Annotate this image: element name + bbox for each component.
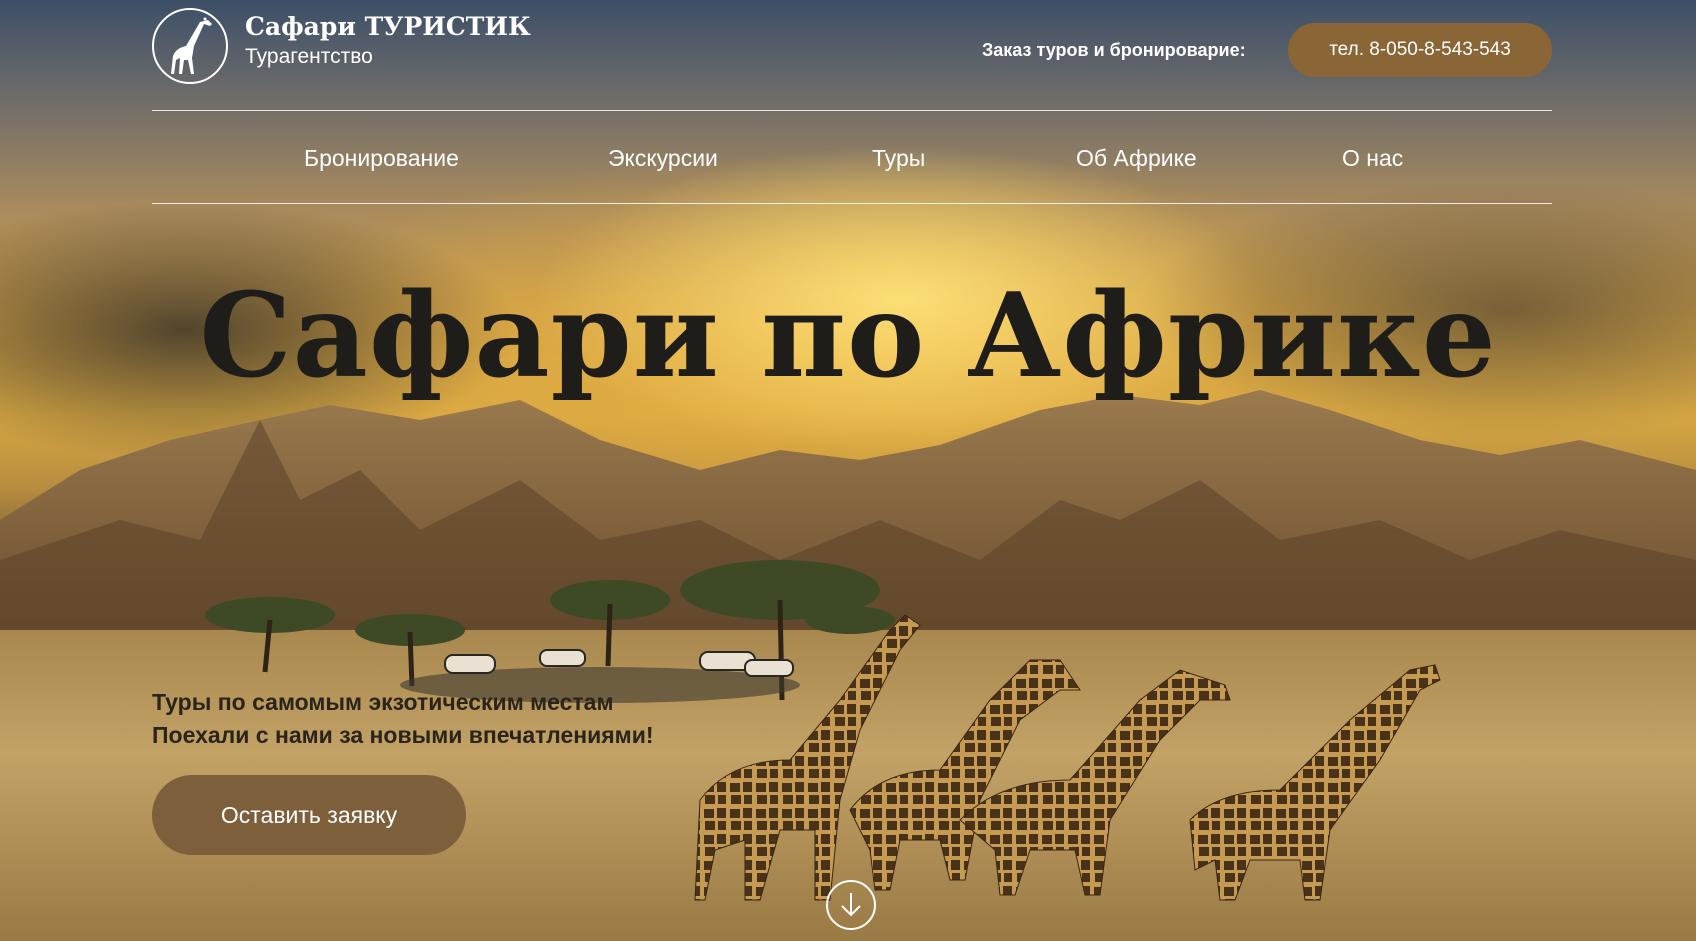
hero-tagline: Туры по самомым экзотическим местам Поех… <box>152 686 654 752</box>
nav-item-booking[interactable]: Бронирование <box>304 145 459 172</box>
phone-button[interactable]: тел. 8-050-8-543-543 <box>1288 23 1552 77</box>
order-label: Заказ туров и бронироварие: <box>982 40 1246 60</box>
logo[interactable] <box>152 8 228 84</box>
brand: Сафари ТУРИСТИК Турагентство <box>245 12 531 69</box>
nav-item-about-us[interactable]: О нас <box>1342 145 1403 172</box>
header-divider-top <box>152 110 1552 111</box>
nav-item-excursions[interactable]: Экскурсии <box>608 145 718 172</box>
brand-subtitle: Турагентство <box>245 45 373 68</box>
hero-title: Сафари по Африке <box>199 268 1497 404</box>
tagline-line-2: Поехали с нами за новыми впечатлениями! <box>152 722 654 748</box>
site-header: Сафари ТУРИСТИК Турагентство Заказ туров… <box>152 0 1552 110</box>
giraffe-icon <box>171 17 212 74</box>
leave-request-button[interactable]: Оставить заявку <box>152 775 466 855</box>
scroll-down-button[interactable] <box>826 880 876 930</box>
nav-item-about-africa[interactable]: Об Африке <box>1076 145 1197 172</box>
brand-title: Сафари ТУРИСТИК <box>245 12 531 41</box>
tagline-line-1: Туры по самомым экзотическим местам <box>152 689 614 715</box>
header-divider-bottom <box>152 203 1552 204</box>
arrow-down-icon <box>841 893 861 917</box>
main-nav: Бронирование Экскурсии Туры Об Африке О … <box>152 112 1552 202</box>
nav-item-tours[interactable]: Туры <box>872 145 925 172</box>
